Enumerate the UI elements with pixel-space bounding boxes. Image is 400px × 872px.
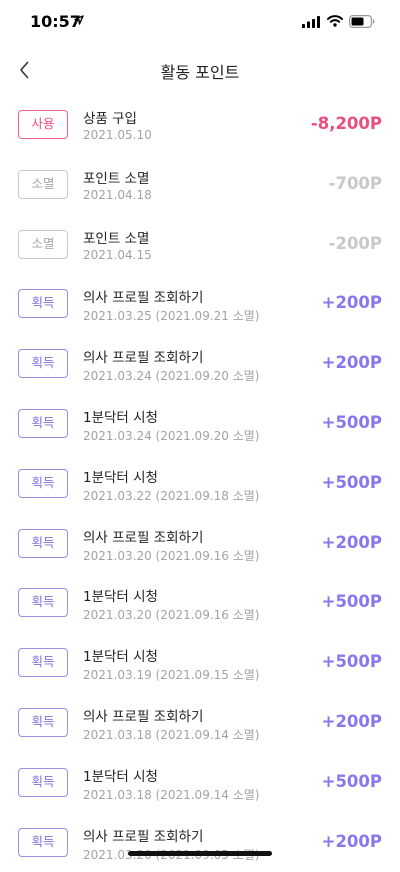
- page-title: 활동 포인트: [160, 63, 240, 82]
- point-item-title: 의사 프로필 조회하기: [83, 828, 204, 845]
- point-list-item: 획득 의사 프로필 조회하기 2021.03.18 (2021.09.14 소멸) +…: [0, 693, 400, 753]
- point-list-item: 획득 의사 프로필 조회하기 2021.03.25 (2021.09.21 소멸) +…: [0, 274, 400, 334]
- point-item-title: 의사 프로필 조회하기: [83, 529, 204, 546]
- wifi-icon: [327, 15, 343, 27]
- point-item-date: 2021.03.22 (2021.09.18 소멸): [83, 488, 260, 503]
- home-indicator: [128, 851, 272, 856]
- location-arrow-icon: [74, 15, 84, 25]
- point-item-amount: +200P: [321, 711, 382, 731]
- point-type-badge: 소멸: [18, 229, 68, 259]
- point-item-title: 1분닥터 시청: [83, 768, 158, 785]
- point-item-date: 2021.03.25 (2021.09.21 소멸): [83, 309, 260, 324]
- point-list-item: 소멸 포인트 소멸 2021.04.15 -200P: [0, 215, 400, 275]
- point-type-badge: 획득: [18, 408, 68, 438]
- point-list-item: 획득 1분닥터 시청 2021.03.24 (2021.09.20 소멸) +500P: [0, 394, 400, 454]
- point-item-amount: +500P: [321, 592, 382, 612]
- point-item-amount: +200P: [321, 293, 382, 313]
- point-item-date: 2021.04.18: [83, 187, 152, 202]
- point-item-title: 1분닥터 시청: [83, 589, 158, 606]
- point-type-badge: 획득: [18, 827, 68, 857]
- point-item-amount: +200P: [321, 532, 382, 552]
- point-item-date: 2021.03.19 (2021.09.15 소멸): [83, 668, 260, 683]
- point-item-title: 1분닥터 시청: [83, 469, 158, 486]
- point-item-amount: +500P: [321, 472, 382, 492]
- point-item-date: 2021.03.20 (2021.09.16 소멸): [83, 608, 260, 623]
- point-item-amount: +200P: [321, 831, 382, 851]
- point-list-item: 획득 1분닥터 시청 2021.03.20 (2021.09.16 소멸) +500P: [0, 573, 400, 633]
- point-item-title: 포인트 소멸: [83, 170, 150, 187]
- point-type-badge: 획득: [18, 349, 68, 379]
- point-item-date: 2021.05.10: [83, 128, 152, 142]
- point-type-badge: 획득: [18, 707, 68, 737]
- point-type-badge: 사용: [18, 110, 68, 139]
- point-item-title: 포인트 소멸: [83, 230, 150, 247]
- point-list-item: 획득 의사 프로필 조회하기 2021.03.24 (2021.09.20 소멸) +…: [0, 334, 400, 394]
- point-item-amount: +500P: [321, 412, 382, 432]
- point-type-badge: 획득: [18, 648, 68, 678]
- point-type-badge: 획득: [18, 468, 68, 498]
- point-item-title: 1분닥터 시청: [83, 409, 158, 426]
- point-list-item: 획득 1분닥터 시청 2021.03.19 (2021.09.15 소멸) +500P: [0, 633, 400, 693]
- point-item-amount: +200P: [321, 353, 382, 373]
- point-item-amount: -700P: [328, 173, 382, 193]
- point-item-amount: +500P: [321, 771, 382, 791]
- point-list-item: 소멸 포인트 소멸 2021.04.18 -700P: [0, 155, 400, 215]
- point-type-badge: 획득: [18, 528, 68, 558]
- point-list-item: 획득 1분닥터 시청 2021.03.22 (2021.09.18 소멸) +500P: [0, 454, 400, 514]
- battery-icon: [349, 15, 375, 28]
- status-bar: 10:57: [0, 0, 400, 44]
- point-type-badge: 획득: [18, 289, 68, 319]
- point-item-date: 2021.03.24 (2021.09.20 소멸): [83, 369, 260, 384]
- point-item-date: 2021.03.20 (2021.09.16 소멸): [83, 548, 260, 563]
- point-item-date: 2021.04.15: [83, 247, 152, 262]
- point-item-date: 2021.03.24 (2021.09.20 소멸): [83, 428, 260, 443]
- point-item-amount: -200P: [328, 233, 382, 253]
- point-item-title: 1분닥터 시청: [83, 649, 158, 666]
- point-item-title: 상품 구입: [83, 111, 137, 127]
- cellular-signal-icon: [302, 16, 320, 28]
- point-item-title: 의사 프로필 조회하기: [83, 290, 204, 307]
- point-history-list: 사용 상품 구입 2021.05.10 -8,200P 소멸 포인트 소멸 2021.04.…: [0, 95, 400, 872]
- point-list-item: 획득 1분닥터 시청 2021.03.18 (2021.09.14 소멸) +500P: [0, 753, 400, 813]
- point-item-date: 2021.03.18 (2021.09.14 소멸): [83, 727, 260, 742]
- point-type-badge: 획득: [18, 767, 68, 797]
- point-item-amount: -8,200P: [310, 114, 382, 133]
- nav-bar: 활동 포인트: [0, 48, 400, 92]
- point-item-date: 2021.03.18 (2021.09.14 소멸): [83, 787, 260, 802]
- point-list-item: 사용 상품 구입 2021.05.10 -8,200P: [0, 95, 400, 155]
- point-list-item: 획득 의사 프로필 조회하기 2021.03.20 (2021.09.16 소멸) +…: [0, 514, 400, 574]
- point-type-badge: 소멸: [18, 169, 68, 199]
- point-type-badge: 획득: [18, 588, 68, 618]
- point-item-amount: +500P: [321, 652, 382, 672]
- point-list-item: 획득의사 프로필 조회하기2021.03.20 (2021.09.05 소멸)+…: [0, 813, 400, 872]
- point-item-title: 의사 프로필 조회하기: [83, 350, 204, 367]
- point-item-title: 의사 프로필 조회하기: [83, 708, 204, 725]
